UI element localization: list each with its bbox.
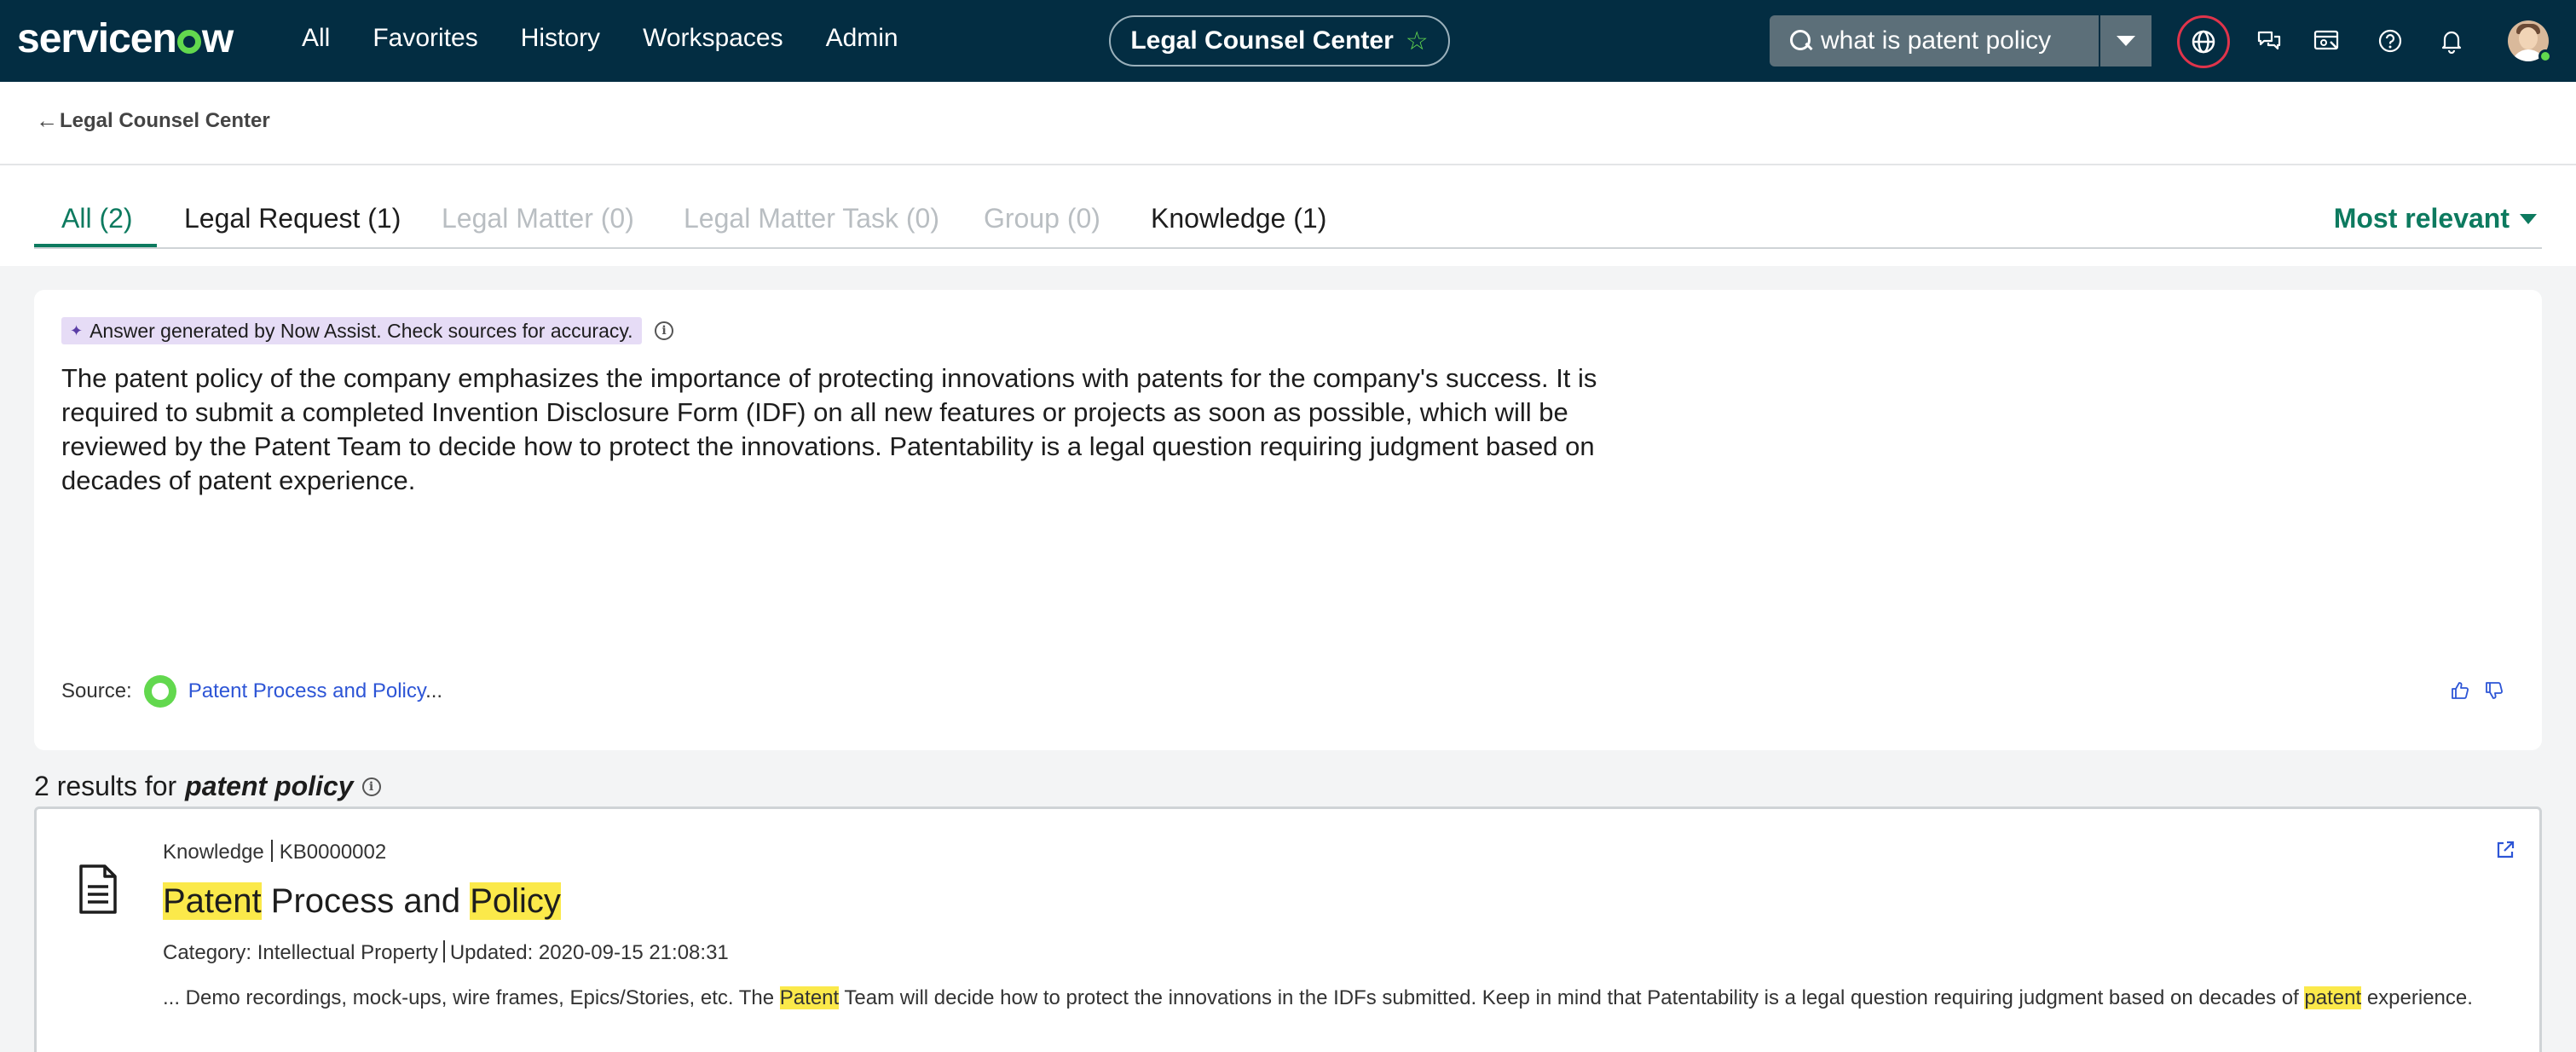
result-type: Knowledge [163, 841, 264, 864]
answer-source: Source: Patent Process and Policy... [61, 675, 442, 708]
top-navigation-bar: servicen w All Favorites History Workspac… [0, 0, 2576, 82]
workspace-title-pill[interactable]: Legal Counsel Center ☆ [1109, 15, 1450, 66]
main-nav: All Favorites History Workspaces Admin [302, 24, 898, 53]
result-category-text: Category: Intellectual Property [163, 941, 438, 964]
ai-disclaimer-badge: ✦ Answer generated by Now Assist. Check … [61, 317, 642, 344]
ai-answer-card: ✦ Answer generated by Now Assist. Check … [34, 290, 2542, 750]
info-icon[interactable]: i [655, 321, 673, 340]
result-meta: Knowledge KB0000002 [163, 840, 386, 864]
presence-indicator [2538, 49, 2552, 63]
tab-legal-matter-task[interactable]: Legal Matter Task (0) [684, 203, 939, 234]
thumbs-down-icon[interactable] [2484, 680, 2504, 701]
results-count: 2 results for patent policy i [34, 771, 381, 802]
result-number: KB0000002 [279, 841, 387, 864]
nav-favorites[interactable]: Favorites [373, 24, 477, 53]
snippet-text: Team will decide how to protect the inno… [839, 986, 2305, 1009]
highlight: Patent [779, 986, 840, 1009]
breadcrumb-label[interactable]: Legal Counsel Center [60, 109, 270, 133]
search-scope-dropdown[interactable] [2099, 15, 2151, 66]
logo-text-start: servicen [17, 16, 177, 61]
external-link-icon[interactable] [2495, 840, 2515, 860]
sort-label: Most relevant [2333, 203, 2510, 234]
chevron-down-icon [2117, 36, 2135, 46]
result-tabs: All (2) Legal Request (1) Legal Matter (… [34, 189, 2542, 249]
feedback-buttons [2450, 680, 2504, 701]
highlight: patent [2304, 986, 2362, 1009]
highlight: Policy [470, 882, 561, 920]
help-icon [2378, 29, 2402, 53]
workspace-title: Legal Counsel Center [1130, 26, 1394, 55]
result-snippet: ... Demo recordings, mock-ups, wire fram… [163, 986, 2473, 1010]
screen-icon [2313, 30, 2339, 50]
tab-group[interactable]: Group (0) [984, 203, 1100, 234]
search-input[interactable] [1821, 16, 2136, 66]
logo-text-end: w [201, 16, 234, 61]
logo-o-mark [176, 30, 201, 54]
result-title[interactable]: Patent Process and Policy [163, 882, 561, 921]
chat-button[interactable] [2249, 20, 2290, 61]
snippet-text: experience. [2361, 986, 2473, 1009]
notifications-button[interactable] [2431, 20, 2472, 61]
answer-text: The patent policy of the company emphasi… [61, 363, 1597, 495]
result-updated: Updated: 2020-09-15 21:08:31 [449, 941, 729, 964]
info-icon[interactable]: i [361, 777, 381, 796]
search-result-card[interactable]: Knowledge KB0000002 Patent Process and Po… [34, 806, 2542, 1052]
results-count-text: 2 results for [34, 771, 177, 801]
servicenow-logo[interactable]: servicen w [17, 15, 234, 62]
source-ellipsis: ... [425, 679, 443, 702]
ai-disclaimer-text: Answer generated by Now Assist. Check so… [90, 319, 633, 342]
nav-history[interactable]: History [521, 24, 600, 53]
help-button[interactable] [2370, 20, 2411, 61]
language-button[interactable] [2177, 15, 2230, 68]
source-label: Source: [61, 679, 132, 702]
sparkle-icon: ✦ [70, 321, 84, 339]
star-icon[interactable]: ☆ [1406, 26, 1429, 56]
source-link[interactable]: Patent Process and Policy [188, 679, 425, 702]
snippet-text: ... Demo recordings, mock-ups, wire fram… [163, 986, 780, 1009]
globe-icon [2192, 30, 2215, 54]
thumbs-up-icon[interactable] [2450, 680, 2470, 701]
active-tab-indicator [34, 244, 157, 247]
source-avatar-icon [143, 675, 176, 708]
screen-button[interactable] [2307, 20, 2348, 61]
tab-legal-request[interactable]: Legal Request (1) [184, 203, 401, 234]
result-category: Category: Intellectual Property Updated: … [163, 940, 729, 965]
results-query: patent policy [185, 771, 354, 801]
breadcrumb-bar: ← Legal Counsel Center [0, 82, 2576, 165]
global-search [1770, 15, 2151, 66]
meta-divider [270, 840, 273, 862]
document-icon [79, 864, 117, 914]
breadcrumb[interactable]: ← Legal Counsel Center [36, 107, 270, 134]
nav-workspaces[interactable]: Workspaces [643, 24, 783, 53]
highlight: Patent [163, 882, 262, 920]
avatar-face [2519, 27, 2538, 49]
nav-all[interactable]: All [302, 24, 330, 53]
tab-legal-matter[interactable]: Legal Matter (0) [442, 203, 634, 234]
meta-divider [442, 940, 445, 962]
search-icon [1780, 15, 1821, 66]
tab-knowledge[interactable]: Knowledge (1) [1151, 203, 1326, 234]
tab-all[interactable]: All (2) [61, 203, 133, 234]
chevron-down-icon [2520, 213, 2537, 224]
nav-admin[interactable]: Admin [826, 24, 898, 53]
sort-dropdown[interactable]: Most relevant [2334, 203, 2537, 234]
result-title-text: Process and [261, 882, 471, 920]
back-arrow-icon[interactable]: ← [36, 107, 58, 134]
bell-icon [2441, 31, 2462, 54]
chat-icon [2257, 31, 2281, 50]
